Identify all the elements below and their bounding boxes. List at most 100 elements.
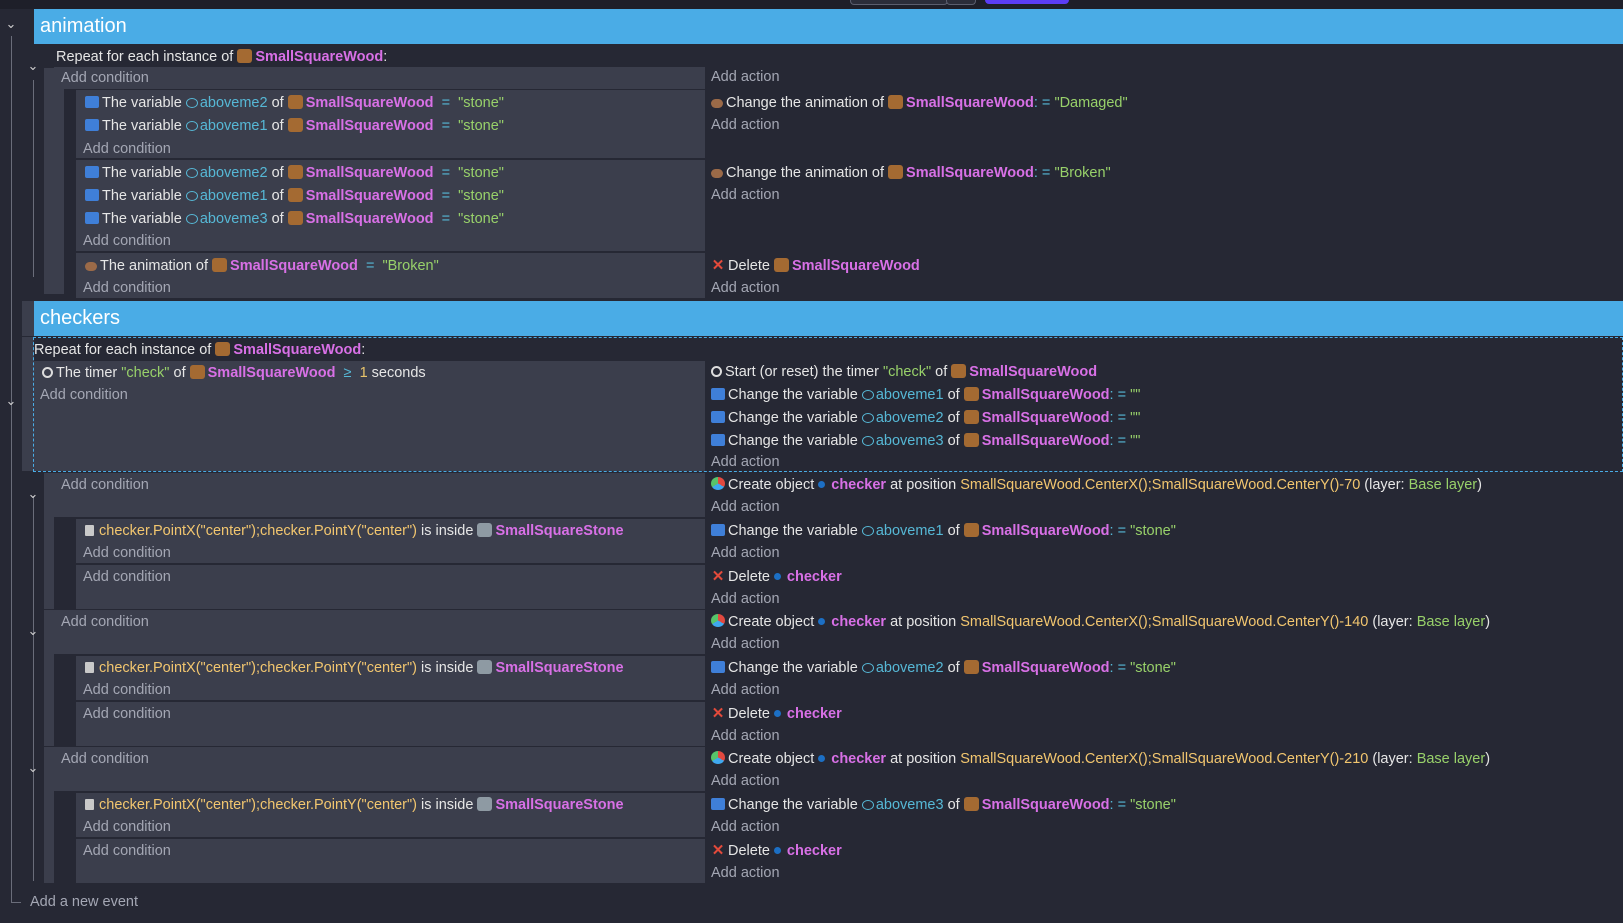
- add-condition-link[interactable]: Add condition: [83, 277, 171, 299]
- delete-icon: ✕: [711, 705, 725, 722]
- condition-point-inside-stone[interactable]: checker.PointX("center");checker.PointY(…: [85, 520, 624, 542]
- add-action-link[interactable]: Add action: [711, 725, 780, 747]
- small-square-wood-icon: [963, 660, 979, 674]
- object-variable-icon: [861, 663, 874, 673]
- add-condition-link[interactable]: Add condition: [83, 138, 171, 160]
- action-create-object-checker[interactable]: Create object checker at position SmallSq…: [711, 748, 1490, 770]
- action-start-timer[interactable]: Start (or reset) the timer "check" of Sm…: [711, 361, 1097, 383]
- add-condition-link[interactable]: Add condition: [61, 474, 149, 496]
- checker-icon: [773, 710, 781, 717]
- condition-block[interactable]: [54, 747, 705, 791]
- condition-block[interactable]: [54, 610, 705, 654]
- event-indent-strip: [44, 747, 54, 883]
- action-delete-checker[interactable]: ✕ Delete checker: [711, 703, 842, 725]
- point-inside-icon: [85, 525, 94, 536]
- tree-line: [33, 80, 34, 277]
- add-condition-link[interactable]: Add condition: [83, 816, 171, 838]
- object-variable-icon: [861, 526, 874, 536]
- add-action-link[interactable]: Add action: [711, 114, 780, 136]
- condition-variable-aboveme1[interactable]: The variable aboveme1 of SmallSquareWood…: [85, 115, 504, 137]
- variable-icon: [85, 212, 99, 224]
- add-condition-link[interactable]: Add condition: [61, 67, 149, 89]
- checker-icon: [818, 755, 826, 762]
- condition-animation-broken[interactable]: The animation of SmallSquareWood = "Brok…: [85, 255, 439, 277]
- collapse-chevron-icon[interactable]: ⌄: [26, 486, 40, 502]
- group-header-checkers[interactable]: checkers: [34, 301, 1623, 336]
- toolbar-button[interactable]: [850, 0, 948, 5]
- action-change-variable-aboveme1[interactable]: Change the variable aboveme1 of SmallSqu…: [711, 520, 1176, 542]
- collapse-chevron-icon[interactable]: ⌄: [26, 760, 40, 776]
- small-square-wood-icon: [951, 364, 967, 378]
- delete-icon: ✕: [711, 257, 725, 274]
- action-change-variable-aboveme1[interactable]: Change the variable aboveme1 of SmallSqu…: [711, 384, 1140, 406]
- object-variable-icon: [861, 800, 874, 810]
- add-condition-link[interactable]: Add condition: [83, 542, 171, 564]
- small-square-stone-icon: [477, 797, 493, 811]
- add-action-link[interactable]: Add action: [711, 277, 780, 299]
- small-square-wood-icon: [287, 95, 303, 109]
- add-condition-link[interactable]: Add condition: [61, 748, 149, 770]
- add-action-link[interactable]: Add action: [711, 496, 780, 518]
- add-new-event-link[interactable]: Add a new event: [30, 891, 138, 913]
- add-condition-link[interactable]: Add condition: [83, 566, 171, 588]
- point-inside-icon: [85, 662, 94, 673]
- object-variable-icon: [861, 436, 874, 446]
- add-condition-link[interactable]: Add condition: [83, 840, 171, 862]
- tree-line: [11, 902, 21, 903]
- action-change-animation[interactable]: Change the animation of SmallSquareWood:…: [711, 162, 1111, 184]
- action-change-variable-aboveme3[interactable]: Change the variable aboveme3 of SmallSqu…: [711, 794, 1176, 816]
- action-delete-wood[interactable]: ✕ Delete SmallSquareWood: [711, 255, 920, 277]
- small-square-wood-icon: [963, 410, 979, 424]
- add-action-link[interactable]: Add action: [711, 770, 780, 792]
- add-action-link[interactable]: Add action: [711, 679, 780, 701]
- toolbar-primary-button[interactable]: [985, 0, 1069, 4]
- action-change-variable-aboveme2[interactable]: Change the variable aboveme2 of SmallSqu…: [711, 407, 1140, 429]
- condition-variable-aboveme3[interactable]: The variable aboveme3 of SmallSquareWood…: [85, 208, 504, 230]
- small-square-wood-icon: [189, 365, 205, 379]
- action-change-variable-aboveme3[interactable]: Change the variable aboveme3 of SmallSqu…: [711, 430, 1140, 452]
- add-action-link[interactable]: Add action: [711, 588, 780, 610]
- add-action-link[interactable]: Add action: [711, 451, 780, 473]
- point-inside-icon: [85, 799, 94, 810]
- small-square-wood-icon: [963, 387, 979, 401]
- add-action-link[interactable]: Add action: [711, 862, 780, 884]
- group-header-animation[interactable]: animation: [34, 9, 1623, 44]
- action-create-object-checker[interactable]: Create object checker at position SmallSq…: [711, 474, 1482, 496]
- collapse-chevron-icon[interactable]: ⌄: [26, 623, 40, 639]
- action-delete-checker[interactable]: ✕ Delete checker: [711, 566, 842, 588]
- checker-icon: [773, 847, 781, 854]
- condition-point-inside-stone[interactable]: checker.PointX("center");checker.PointY(…: [85, 794, 624, 816]
- add-action-link[interactable]: Add action: [711, 66, 780, 88]
- add-action-link[interactable]: Add action: [711, 184, 780, 206]
- small-square-wood-icon: [287, 188, 303, 202]
- condition-variable-aboveme2[interactable]: The variable aboveme2 of SmallSquareWood…: [85, 162, 504, 184]
- condition-point-inside-stone[interactable]: checker.PointX("center");checker.PointY(…: [85, 657, 624, 679]
- create-object-icon: [711, 614, 725, 627]
- small-square-stone-icon: [477, 660, 493, 674]
- add-condition-link[interactable]: Add condition: [83, 679, 171, 701]
- tree-line: [11, 36, 12, 902]
- add-action-link[interactable]: Add action: [711, 542, 780, 564]
- timer-icon: [42, 367, 53, 378]
- object-variable-icon: [185, 121, 198, 131]
- condition-block[interactable]: [54, 473, 705, 517]
- condition-block[interactable]: [54, 67, 705, 89]
- add-action-link[interactable]: Add action: [711, 816, 780, 838]
- condition-timer[interactable]: The timer "check" of SmallSquareWood ≥ 1…: [42, 362, 426, 384]
- action-delete-checker[interactable]: ✕ Delete checker: [711, 840, 842, 862]
- collapse-chevron-icon[interactable]: ⌄: [4, 393, 18, 409]
- add-condition-link[interactable]: Add condition: [83, 230, 171, 252]
- condition-variable-aboveme2[interactable]: The variable aboveme2 of SmallSquareWood…: [85, 92, 504, 114]
- action-change-variable-aboveme2[interactable]: Change the variable aboveme2 of SmallSqu…: [711, 657, 1176, 679]
- add-condition-link[interactable]: Add condition: [83, 703, 171, 725]
- action-create-object-checker[interactable]: Create object checker at position SmallSq…: [711, 611, 1490, 633]
- collapse-chevron-icon[interactable]: ⌄: [26, 58, 40, 74]
- add-condition-link[interactable]: Add condition: [61, 611, 149, 633]
- toolbar-dropdown-button[interactable]: [946, 0, 976, 5]
- small-square-wood-icon: [888, 165, 904, 179]
- add-action-link[interactable]: Add action: [711, 633, 780, 655]
- condition-variable-aboveme1[interactable]: The variable aboveme1 of SmallSquareWood…: [85, 185, 504, 207]
- collapse-chevron-icon[interactable]: ⌄: [4, 16, 18, 32]
- action-change-animation[interactable]: Change the animation of SmallSquareWood:…: [711, 92, 1128, 114]
- add-condition-link[interactable]: Add condition: [40, 384, 128, 406]
